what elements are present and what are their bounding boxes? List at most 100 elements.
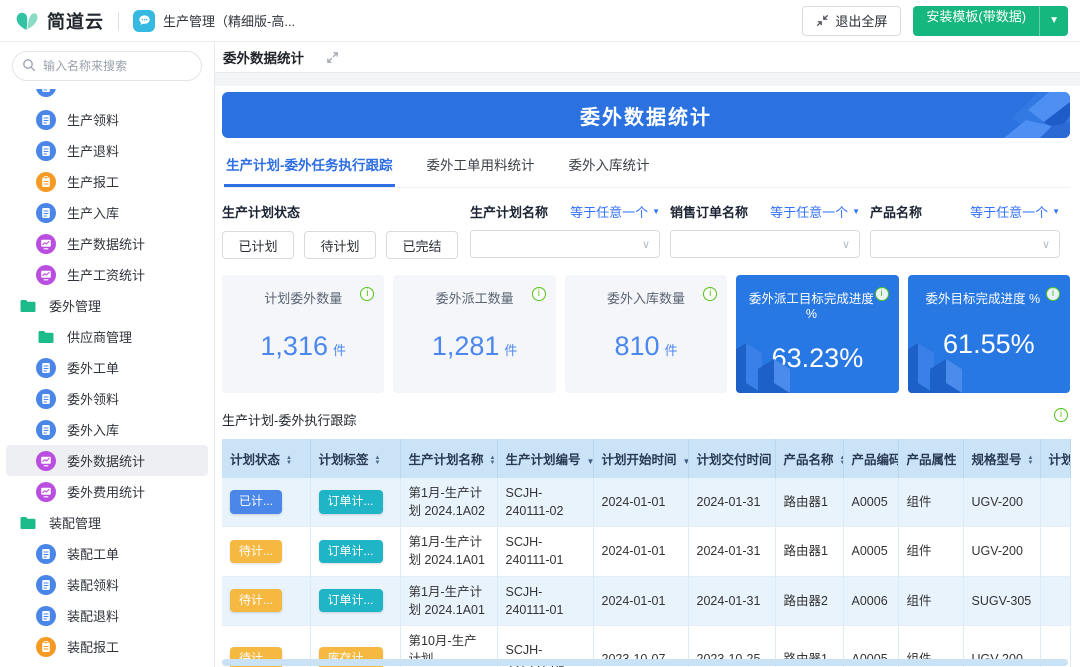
sidebar-item-委外管理[interactable]: 委外管理 bbox=[6, 290, 208, 321]
column-header-2[interactable]: 生产计划名称▲▼ bbox=[400, 439, 497, 478]
sidebar-item-生产领料[interactable]: 生产领料 bbox=[6, 104, 208, 135]
column-label: 产品编码 bbox=[852, 453, 899, 467]
column-header-7[interactable]: 产品编码▲ bbox=[843, 439, 898, 478]
doc-icon bbox=[36, 420, 56, 440]
status-filter-button[interactable]: 待计划 bbox=[304, 231, 376, 259]
sidebar-menu: 生产领料生产退料生产报工生产入库生产数据统计生产工资统计委外管理供应商管理委外工… bbox=[0, 87, 214, 662]
expand-fullscreen-icon[interactable] bbox=[326, 51, 339, 64]
info-icon[interactable]: i bbox=[532, 287, 546, 301]
horizontal-scrollbar[interactable] bbox=[222, 659, 1068, 666]
stat-card-unit: 件 bbox=[504, 343, 517, 358]
sort-desc-icon[interactable]: ▼ bbox=[683, 457, 688, 466]
sidebar-item-委外领料[interactable]: 委外领料 bbox=[6, 383, 208, 414]
filter-operator-link[interactable]: 等于任意一个▼ bbox=[770, 202, 860, 221]
sidebar-item-生产退料[interactable]: 生产退料 bbox=[6, 135, 208, 166]
sidebar-item-label: 供应商管理 bbox=[67, 327, 132, 346]
install-template-split-button: 安装模板(带数据) ▼ bbox=[913, 6, 1068, 36]
jiandaoyun-logo[interactable]: 简道云 bbox=[14, 8, 104, 34]
column-header-9[interactable]: 规格型号▲▼ bbox=[963, 439, 1040, 478]
table-row[interactable]: 待计...订单计...第1月-生产计划 2024.1A01SCJH-240111… bbox=[222, 576, 1070, 625]
sidebar-item-供应商管理[interactable]: 供应商管理 bbox=[6, 321, 208, 352]
sidebar-item-生产报工[interactable]: 生产报工 bbox=[6, 166, 208, 197]
main-area: 委外数据统计 委外数据统计 bbox=[215, 42, 1080, 667]
sidebar-item-装配退料[interactable]: 装配退料 bbox=[6, 600, 208, 631]
cell-extra bbox=[1040, 576, 1070, 625]
column-header-0[interactable]: 计划状态▲▼ bbox=[222, 439, 310, 478]
report-tab-2[interactable]: 委外入库统计 bbox=[567, 152, 652, 187]
sidebar-item-生产工资统计[interactable]: 生产工资统计 bbox=[6, 259, 208, 290]
table-info-icon[interactable]: i bbox=[1054, 408, 1068, 422]
info-icon[interactable]: i bbox=[875, 287, 889, 301]
page-tab[interactable]: 委外数据统计 bbox=[223, 47, 304, 67]
sidebar-item-委外工单[interactable]: 委外工单 bbox=[6, 352, 208, 383]
table-row[interactable]: 待计...订单计...第1月-生产计划 2024.1A01SCJH-240111… bbox=[222, 527, 1070, 576]
filter-select[interactable]: ∨ bbox=[470, 230, 660, 258]
column-label: 计划 bbox=[1049, 453, 1071, 467]
cell-product-code: A0006 bbox=[843, 576, 898, 625]
doc-icon bbox=[36, 544, 56, 564]
sidebar-item-委外数据统计[interactable]: 委外数据统计 bbox=[6, 445, 208, 476]
chevron-down-icon: ▼ bbox=[1049, 15, 1059, 26]
info-icon[interactable]: i bbox=[1046, 287, 1060, 301]
filter-select[interactable]: ∨ bbox=[670, 230, 860, 258]
report-tab-1[interactable]: 委外工单用料统计 bbox=[425, 152, 537, 187]
cell-product-code: A0005 bbox=[843, 527, 898, 576]
search-input[interactable] bbox=[12, 51, 202, 81]
app-tab[interactable]: 生产管理（精细版-高... bbox=[133, 10, 295, 32]
column-header-10[interactable]: 计划 bbox=[1040, 439, 1070, 478]
sort-desc-icon[interactable]: ▼ bbox=[587, 457, 593, 466]
column-header-6[interactable]: 产品名称▲▼ bbox=[775, 439, 843, 478]
report-tab-0[interactable]: 生产计划-委外任务执行跟踪 bbox=[224, 152, 395, 187]
column-header-3[interactable]: 生产计划编号▼ bbox=[497, 439, 593, 478]
sort-both-icon[interactable]: ▲▼ bbox=[375, 456, 381, 466]
sidebar-item-partial[interactable] bbox=[6, 89, 208, 102]
column-header-4[interactable]: 计划开始时间▼ bbox=[593, 439, 688, 478]
column-label: 计划标签 bbox=[319, 453, 369, 467]
sidebar-item-装配管理[interactable]: 装配管理 bbox=[6, 507, 208, 538]
content-gap bbox=[215, 73, 1080, 86]
tracking-table: 计划状态▲▼计划标签▲▼生产计划名称▲▼生产计划编号▼计划开始时间▼计划交付时间… bbox=[222, 439, 1071, 667]
sidebar-item-装配工单[interactable]: 装配工单 bbox=[6, 538, 208, 569]
stat-card: 委外目标完成进度 %i61.55% bbox=[908, 275, 1070, 393]
doc-icon bbox=[36, 606, 56, 626]
dashboard: 委外数据统计 生产计划-委外任务执行跟踪委外工单用料统计委外入库统计 生产计划状… bbox=[215, 86, 1080, 667]
sidebar-item-委外入库[interactable]: 委外入库 bbox=[6, 414, 208, 445]
sort-both-icon[interactable]: ▲▼ bbox=[1028, 456, 1034, 466]
cube-decoration bbox=[736, 323, 822, 393]
install-template-button[interactable]: 安装模板(带数据) bbox=[913, 6, 1039, 36]
cell-start-date: 2024-01-01 bbox=[593, 478, 688, 527]
exit-fullscreen-button[interactable]: 退出全屏 bbox=[802, 6, 901, 36]
caret-down-icon: ▼ bbox=[652, 207, 660, 216]
search-icon bbox=[22, 58, 36, 77]
filter-operator-link[interactable]: 等于任意一个▼ bbox=[570, 202, 660, 221]
sidebar-item-label: 委外入库 bbox=[67, 420, 119, 439]
sort-both-icon[interactable]: ▲▼ bbox=[490, 456, 496, 466]
filter-operator-link[interactable]: 等于任意一个▼ bbox=[970, 202, 1060, 221]
column-header-5[interactable]: 计划交付时间▲▼ bbox=[688, 439, 775, 478]
sidebar-item-生产入库[interactable]: 生产入库 bbox=[6, 197, 208, 228]
column-header-1[interactable]: 计划标签 ▲▼ bbox=[310, 439, 400, 478]
status-filter-label: 生产计划状态 bbox=[222, 202, 470, 221]
cell-due-date: 2024-01-31 bbox=[688, 478, 775, 527]
top-bar: 简道云 生产管理（精细版-高... 退出全屏 安装模板(带数据) ▼ bbox=[0, 0, 1080, 42]
sort-both-icon[interactable]: ▲▼ bbox=[840, 456, 843, 466]
column-header-8[interactable]: 产品属性▲▼ bbox=[898, 439, 963, 478]
sidebar-item-装配报工[interactable]: 装配报工 bbox=[6, 631, 208, 662]
sort-both-icon[interactable]: ▲▼ bbox=[286, 456, 292, 466]
stat-card-unit: 件 bbox=[665, 343, 678, 358]
status-filter-button[interactable]: 已计划 bbox=[222, 231, 294, 259]
chevron-down-icon: ∨ bbox=[1042, 238, 1050, 251]
sidebar-item-委外费用统计[interactable]: 委外费用统计 bbox=[6, 476, 208, 507]
sidebar-item-生产数据统计[interactable]: 生产数据统计 bbox=[6, 228, 208, 259]
sidebar-item-label: 装配管理 bbox=[49, 513, 101, 532]
doc-icon bbox=[36, 203, 56, 223]
table-row[interactable]: 已计...订单计...第1月-生产计划 2024.1A02SCJH-240111… bbox=[222, 478, 1070, 527]
report-icon bbox=[36, 172, 56, 192]
filter-select[interactable]: ∨ bbox=[870, 230, 1060, 258]
cell-plan-no: SCJH-240111-01 bbox=[497, 527, 593, 576]
sidebar-item-装配领料[interactable]: 装配领料 bbox=[6, 569, 208, 600]
tag-badge: 订单计... bbox=[319, 589, 383, 612]
install-template-dropdown[interactable]: ▼ bbox=[1039, 6, 1068, 36]
stat-card-value: 1,281件 bbox=[393, 331, 555, 362]
status-filter-button[interactable]: 已完结 bbox=[386, 231, 458, 259]
